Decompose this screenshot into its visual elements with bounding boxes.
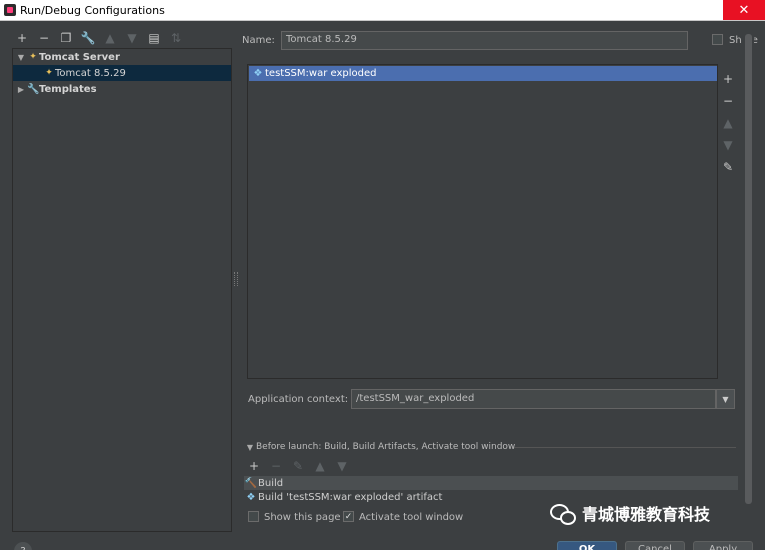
tree-item-tomcat-8-5-29[interactable]: ✦ Tomcat 8.5.29	[13, 65, 231, 81]
move-down-icon[interactable]: ▼	[332, 458, 352, 474]
scrollbar-thumb[interactable]	[745, 34, 752, 504]
sort-icon[interactable]: ⇅	[166, 29, 186, 47]
section-divider	[514, 447, 736, 448]
tree-group-label: Templates	[39, 83, 97, 95]
close-icon: ✕	[738, 2, 750, 18]
artifact-icon: ❖	[253, 68, 263, 79]
wechat-icon	[550, 500, 576, 526]
before-launch-header[interactable]: ▼ Before launch: Build, Build Artifacts,…	[244, 441, 515, 453]
add-icon[interactable]: +	[12, 29, 32, 47]
cancel-button[interactable]: Cancel	[625, 541, 685, 550]
wrench-icon: 🔧	[27, 83, 40, 95]
watermark-text: 青城博雅教育科技	[582, 505, 711, 524]
expand-arrow-icon[interactable]: ▼	[244, 443, 256, 452]
configurations-toolbar: + − ❐ 🔧 ▲ ▼ ▤ ⇅	[12, 28, 186, 48]
move-down-icon[interactable]: ▼	[122, 29, 142, 47]
add-icon[interactable]: +	[244, 458, 264, 474]
deployment-toolbar: + − ▲ ▼ ✎	[720, 68, 736, 178]
before-launch-item-label: Build 'testSSM:war exploded' artifact	[258, 491, 443, 503]
intellij-app-icon	[4, 4, 16, 16]
build-hammer-icon: 🔨	[244, 477, 258, 489]
application-context-label: Application context:	[248, 394, 349, 405]
remove-icon[interactable]: −	[34, 29, 54, 47]
move-up-icon[interactable]: ▲	[720, 112, 736, 134]
before-launch-item-label: Build	[258, 477, 284, 489]
title-bar: Run/Debug Configurations ✕	[0, 0, 765, 21]
folder-icon[interactable]: ▤	[144, 29, 164, 47]
move-up-icon[interactable]: ▲	[100, 29, 120, 47]
deployment-item-label: testSSM:war exploded	[265, 68, 377, 79]
tree-group-label: Tomcat Server	[39, 51, 120, 63]
name-input[interactable]: Tomcat 8.5.29	[281, 31, 688, 50]
expand-arrow-icon[interactable]: ▼	[15, 53, 27, 62]
deployment-list[interactable]: ❖ testSSM:war exploded	[247, 64, 718, 379]
collapse-arrow-icon[interactable]: ▶	[15, 85, 27, 94]
application-context-input[interactable]: /testSSM_war_exploded	[351, 389, 716, 409]
activate-tool-window-label: Activate tool window	[359, 512, 464, 523]
activate-tool-window-checkbox[interactable]: ✓	[343, 511, 354, 522]
vertical-scrollbar[interactable]	[742, 26, 754, 546]
apply-button[interactable]: Apply	[693, 541, 753, 550]
remove-icon[interactable]: −	[266, 458, 286, 474]
name-label: Name:	[242, 35, 275, 46]
tomcat-icon: ✦	[29, 52, 37, 62]
artifact-icon: ❖	[246, 491, 256, 503]
copy-icon[interactable]: ❐	[56, 29, 76, 47]
help-button[interactable]: ?	[14, 542, 32, 550]
add-icon[interactable]: +	[720, 68, 736, 90]
tree-group-tomcat-server[interactable]: ▼ ✦ Tomcat Server	[13, 49, 231, 65]
close-button[interactable]: ✕	[723, 0, 765, 20]
before-launch-title: Before launch: Build, Build Artifacts, A…	[256, 442, 516, 452]
remove-icon[interactable]: −	[720, 90, 736, 112]
share-checkbox[interactable]	[712, 34, 723, 45]
configurations-tree: ▼ ✦ Tomcat Server ✦ Tomcat 8.5.29 ▶ 🔧 Te…	[12, 48, 232, 532]
check-icon: ✓	[344, 511, 353, 522]
move-up-icon[interactable]: ▲	[310, 458, 330, 474]
list-item[interactable]: ❖ testSSM:war exploded	[249, 66, 717, 81]
tomcat-icon: ✦	[45, 68, 53, 78]
before-launch-toolbar: + − ✎ ▲ ▼	[244, 458, 352, 474]
list-item[interactable]: 🔨 Build	[244, 476, 738, 490]
tree-item-label: Tomcat 8.5.29	[55, 67, 126, 79]
tree-group-templates[interactable]: ▶ 🔧 Templates	[13, 81, 231, 97]
chevron-down-icon[interactable]: ▼	[716, 389, 735, 409]
edit-icon[interactable]: ✎	[288, 458, 308, 474]
wrench-icon[interactable]: 🔧	[78, 29, 98, 47]
ok-button[interactable]: OK	[557, 541, 617, 550]
move-down-icon[interactable]: ▼	[720, 134, 736, 156]
show-this-page-checkbox[interactable]	[248, 511, 259, 522]
window-title: Run/Debug Configurations	[20, 3, 165, 17]
wechat-watermark: 青城博雅教育科技	[550, 500, 710, 526]
panel-splitter-handle[interactable]	[234, 272, 238, 286]
show-this-page-label: Show this page	[264, 512, 341, 523]
edit-icon[interactable]: ✎	[720, 156, 736, 178]
